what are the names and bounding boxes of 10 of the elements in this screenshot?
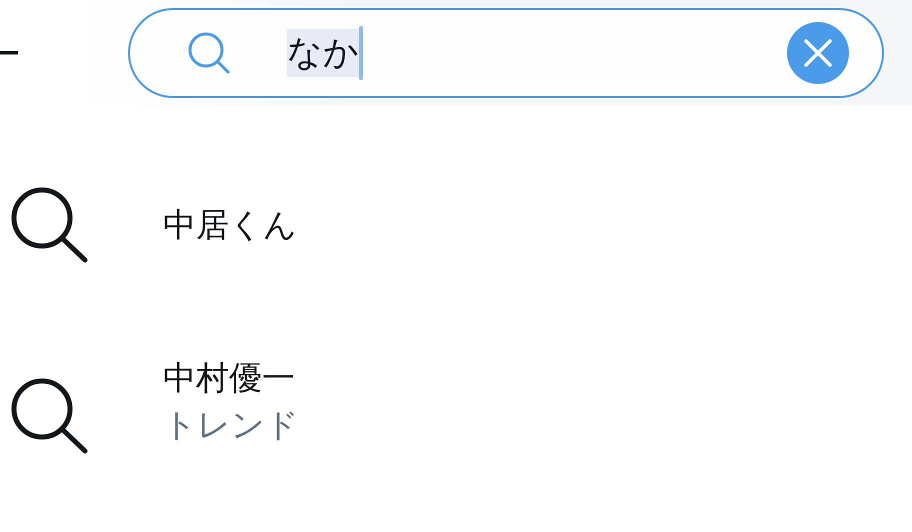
dash-icon[interactable] <box>0 50 18 54</box>
search-field[interactable]: なか <box>128 8 884 98</box>
search-icon <box>10 377 90 455</box>
suggestion-title[interactable]: 中村優一 <box>163 355 299 401</box>
search-text: なか <box>287 28 359 76</box>
search-icon <box>10 186 90 264</box>
search-icon <box>186 30 232 76</box>
suggestion-title[interactable]: 中居くん <box>163 202 297 248</box>
suggestion-subtitle: トレンド <box>163 404 299 446</box>
clear-button[interactable] <box>786 20 850 84</box>
